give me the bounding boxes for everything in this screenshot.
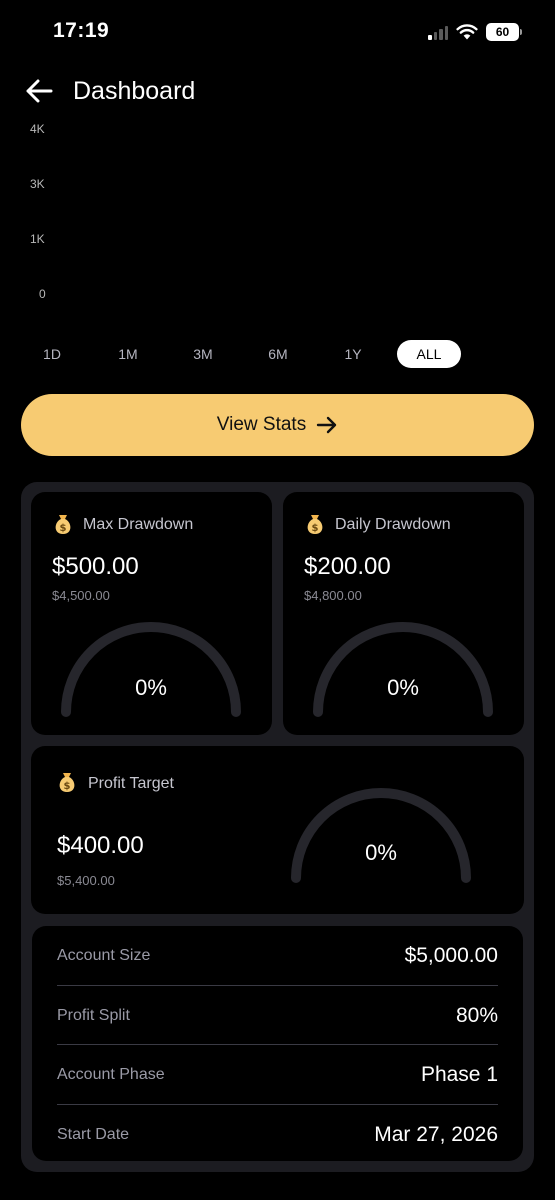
view-stats-button[interactable]: View Stats: [21, 394, 534, 456]
detail-label: Profit Split: [57, 1006, 130, 1024]
page-title: Dashboard: [73, 77, 196, 105]
profit-target-goal: $5,400.00: [57, 873, 115, 888]
y-tick-label: 1K: [30, 232, 45, 246]
max-drawdown-card: $ Max Drawdown $500.00 $4,500.00 0%: [31, 492, 272, 735]
detail-row-start-date: Start Date Mar 27, 2026: [57, 1105, 498, 1164]
y-tick-label: 4K: [30, 122, 45, 136]
battery-icon: 60: [486, 23, 522, 41]
money-bag-icon: $: [307, 515, 323, 534]
arrow-left-icon: [26, 79, 53, 103]
time-range-selector: 1D 1M 3M 6M 1Y ALL: [20, 340, 540, 368]
range-3m[interactable]: 3M: [183, 340, 223, 368]
range-6m[interactable]: 6M: [258, 340, 298, 368]
detail-label: Account Phase: [57, 1065, 165, 1083]
equity-chart: 4K 3K 1K 0: [0, 118, 555, 308]
detail-value: $5,000.00: [404, 943, 498, 967]
max-drawdown-percent: 0%: [135, 675, 167, 700]
profit-target-amount: $400.00: [57, 832, 144, 859]
account-details: Account Size $5,000.00 Profit Split 80% …: [32, 926, 523, 1161]
wifi-icon: [456, 24, 478, 40]
detail-value: Mar 27, 2026: [374, 1122, 498, 1146]
y-tick-label: 3K: [30, 177, 45, 191]
status-time: 17:19: [53, 19, 110, 42]
profit-target-card: $ Profit Target $400.00 $5,400.00 0%: [31, 746, 524, 914]
range-all[interactable]: ALL: [397, 340, 461, 368]
detail-value: 80%: [455, 1003, 498, 1027]
detail-label: Start Date: [57, 1125, 130, 1143]
account-stats-panel: $ Max Drawdown $500.00 $4,500.00 0% $ Da…: [21, 482, 534, 1172]
daily-drawdown-title: Daily Drawdown: [335, 516, 451, 533]
profit-target-gauge: [291, 788, 471, 883]
max-drawdown-title: Max Drawdown: [83, 516, 194, 533]
daily-drawdown-gauge: [313, 622, 493, 717]
money-bag-icon: $: [55, 515, 71, 534]
view-stats-label: View Stats: [216, 414, 307, 435]
detail-row-profit-split: Profit Split 80%: [57, 986, 498, 1045]
max-drawdown-amount: $500.00: [52, 553, 139, 580]
svg-text:$: $: [64, 781, 71, 792]
range-1m[interactable]: 1M: [108, 340, 148, 368]
y-tick-label: 0: [39, 287, 46, 301]
svg-text:$: $: [312, 523, 319, 534]
range-1y[interactable]: 1Y: [333, 340, 373, 368]
detail-row-account-phase: Account Phase Phase 1: [57, 1045, 498, 1104]
status-icons: 60: [428, 22, 522, 42]
signal-icon: [428, 25, 448, 40]
money-bag-icon: $: [59, 773, 75, 792]
detail-row-account-size: Account Size $5,000.00: [57, 926, 498, 985]
back-button[interactable]: [24, 76, 54, 106]
max-drawdown-limit: $4,500.00: [52, 588, 110, 603]
daily-drawdown-limit: $4,800.00: [304, 588, 362, 603]
header: Dashboard: [0, 70, 555, 112]
detail-value: Phase 1: [420, 1062, 498, 1086]
profit-target-title: Profit Target: [88, 775, 174, 792]
arrow-right-icon: [317, 416, 337, 434]
daily-drawdown-amount: $200.00: [304, 553, 391, 580]
daily-drawdown-percent: 0%: [387, 675, 419, 700]
profit-target-percent: 0%: [365, 840, 397, 865]
status-bar: 17:19 60: [0, 0, 555, 64]
detail-label: Account Size: [57, 946, 151, 964]
daily-drawdown-card: $ Daily Drawdown $200.00 $4,800.00 0%: [283, 492, 524, 735]
svg-text:$: $: [60, 523, 67, 534]
range-1d[interactable]: 1D: [32, 340, 72, 368]
max-drawdown-gauge: [61, 622, 241, 717]
